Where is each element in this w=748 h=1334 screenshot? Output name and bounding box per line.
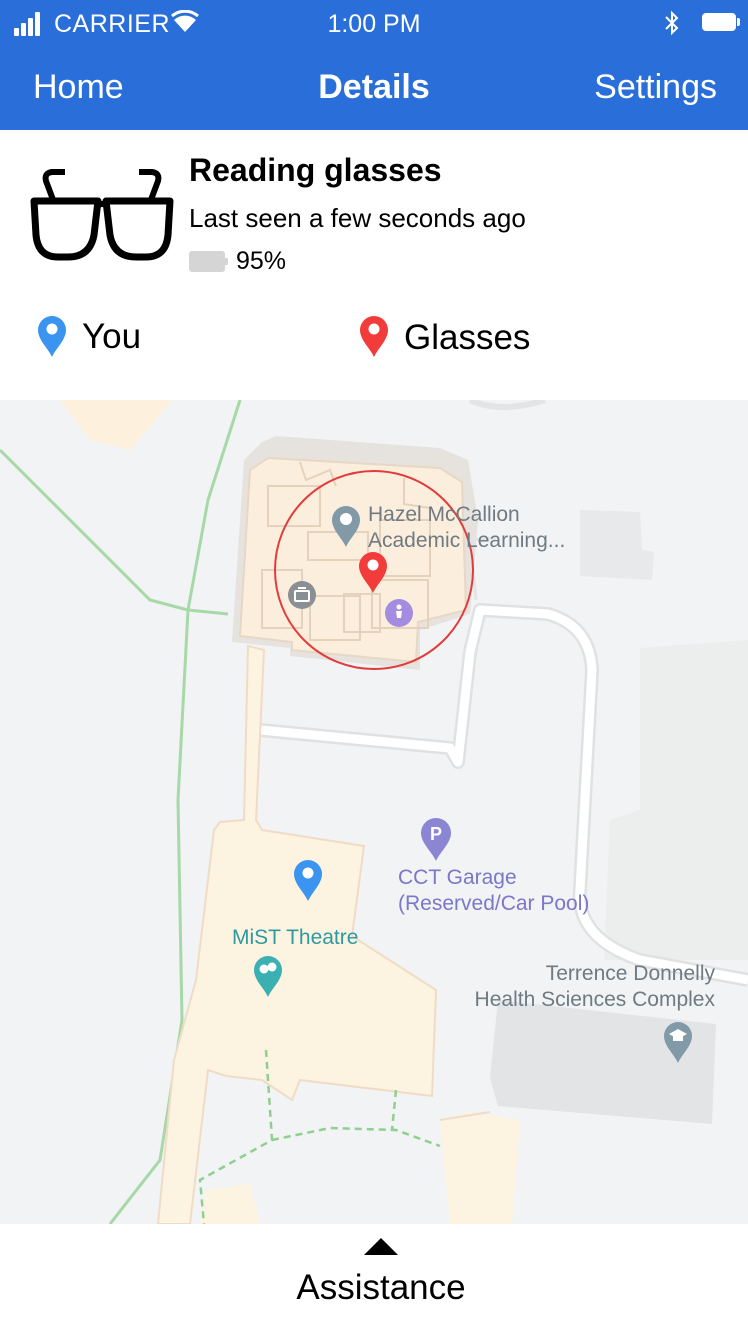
assistance-button[interactable]: Assistance <box>0 1268 748 1308</box>
status-bar: CARRIER 1:00 PM <box>0 0 748 48</box>
restroom-icon[interactable] <box>384 598 414 628</box>
glasses-icon <box>30 169 174 261</box>
atm-icon[interactable] <box>287 580 317 610</box>
map-label-terrence-donnelly[interactable]: Terrence Donnelly Health Sciences Comple… <box>452 961 715 1013</box>
map-label-hazel[interactable]: Hazel McCallion Academic Learning... <box>368 502 565 554</box>
legend-you-label: You <box>82 317 142 356</box>
assistance-panel[interactable]: Assistance <box>0 1224 748 1334</box>
theatre-pin-icon[interactable] <box>252 954 284 998</box>
red-pin-icon <box>360 316 388 357</box>
glasses-location-pin-icon[interactable] <box>357 550 389 594</box>
map-view[interactable]: P Hazel McCallion Academic Learning... C… <box>0 400 748 1224</box>
battery-level-icon <box>189 251 228 272</box>
blue-pin-icon <box>38 316 66 357</box>
legend-glasses-label: Glasses <box>404 318 531 357</box>
device-name: Reading glasses <box>189 152 442 188</box>
battery-icon <box>702 13 740 31</box>
battery-percent: 95% <box>236 247 287 275</box>
svg-text:P: P <box>430 824 442 844</box>
settings-button[interactable]: Settings <box>594 68 717 107</box>
expand-arrow-icon[interactable] <box>364 1238 398 1255</box>
place-pin-icon[interactable] <box>330 504 362 548</box>
user-location-pin-icon[interactable] <box>292 858 324 902</box>
bluetooth-icon <box>665 10 679 36</box>
map-label-cct-garage[interactable]: CCT Garage (Reserved/Car Pool) <box>398 865 589 917</box>
header-bar: CARRIER 1:00 PM Home Details Settings <box>0 0 748 130</box>
school-pin-icon[interactable] <box>662 1020 694 1064</box>
parking-pin-icon[interactable]: P <box>419 816 453 862</box>
last-seen-text: Last seen a few seconds ago <box>189 203 526 233</box>
map-label-mist-theatre[interactable]: MiST Theatre <box>232 925 358 951</box>
clock: 1:00 PM <box>327 10 421 38</box>
nav-bar: Home Details Settings <box>0 48 748 130</box>
